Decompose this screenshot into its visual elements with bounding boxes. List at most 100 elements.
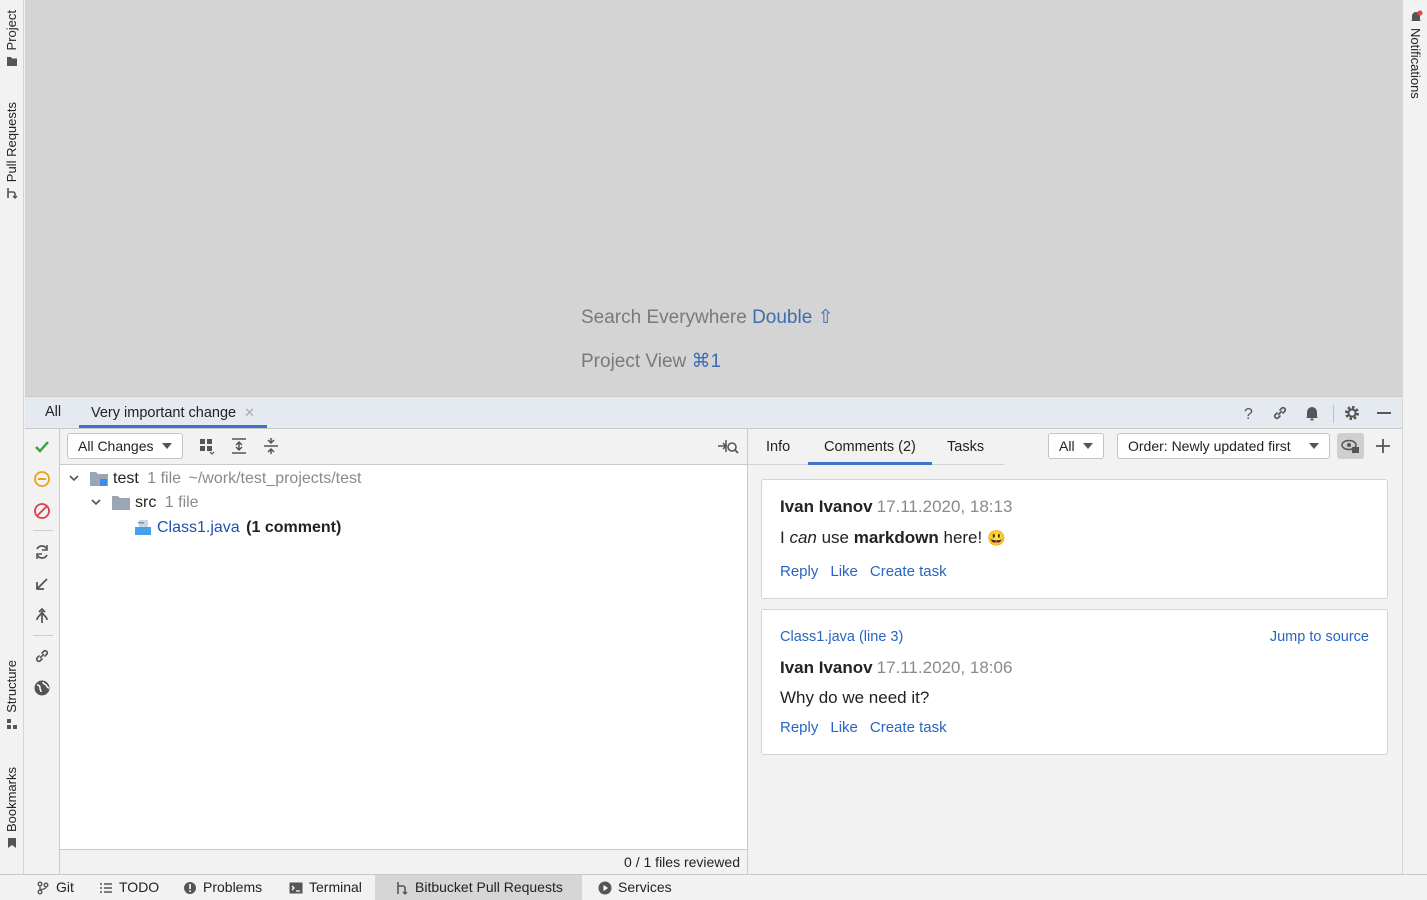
pull-request-icon bbox=[6, 188, 17, 200]
notification-bell-icon[interactable] bbox=[1303, 404, 1321, 422]
gear-icon[interactable] bbox=[1343, 404, 1361, 422]
decline-icon[interactable] bbox=[33, 502, 51, 520]
close-tab-icon[interactable]: ✕ bbox=[244, 405, 255, 420]
tab-pr-label: Very important change bbox=[91, 405, 237, 421]
create-task-link[interactable]: Create task bbox=[870, 563, 947, 580]
add-comment-icon[interactable] bbox=[1375, 438, 1391, 454]
tab-comments[interactable]: Comments (2) bbox=[808, 429, 932, 465]
smiley-emoji: 😃 bbox=[986, 530, 1006, 547]
needs-work-icon[interactable] bbox=[33, 470, 51, 488]
notifications-tool-tab[interactable]: Notifications bbox=[1408, 10, 1423, 99]
pull-request-icon bbox=[397, 881, 408, 895]
services-tool-button[interactable]: Services bbox=[588, 875, 682, 900]
bookmark-icon bbox=[7, 838, 16, 849]
problems-label: Problems bbox=[203, 879, 263, 895]
git-tool-button[interactable]: Git bbox=[26, 875, 84, 900]
tool-window-bar: Git TODO Problems Terminal Bitbucket Pul… bbox=[0, 874, 1427, 900]
search-hint-label: Search Everywhere bbox=[581, 307, 747, 328]
pr-details-panel: Info Comments (2) Tasks All Order: Newly… bbox=[748, 429, 1402, 874]
comment-bold-text: markdown bbox=[853, 528, 939, 547]
tab-all[interactable]: All bbox=[33, 397, 73, 428]
project-view-hint-shortcut: ⌘1 bbox=[691, 351, 722, 372]
comment-timestamp: 17.11.2020, 18:13 bbox=[876, 497, 1013, 516]
like-link[interactable]: Like bbox=[830, 719, 858, 736]
bitbucket-pull-requests-tool-button[interactable]: Bitbucket Pull Requests bbox=[375, 875, 582, 900]
terminal-label: Terminal bbox=[309, 879, 362, 895]
search-hint-shortcut: Double ⇧ bbox=[752, 307, 834, 328]
tool-window-header: All Very important change ✕ ? bbox=[25, 396, 1402, 429]
eye-comments-icon bbox=[1341, 439, 1359, 453]
pull-requests-tool-tab[interactable]: Pull Requests bbox=[4, 102, 19, 200]
merge-icon[interactable] bbox=[33, 607, 51, 625]
terminal-tool-button[interactable]: Terminal bbox=[279, 875, 372, 900]
chevron-down-icon[interactable] bbox=[68, 472, 80, 484]
project-view-hint-label: Project View bbox=[581, 351, 687, 372]
pull-requests-tab-label: Pull Requests bbox=[4, 102, 19, 183]
comment-body: Why do we need it? bbox=[780, 688, 930, 707]
open-in-browser-icon[interactable] bbox=[33, 679, 51, 697]
problems-tool-button[interactable]: Problems bbox=[173, 875, 272, 900]
reply-link[interactable]: Reply bbox=[780, 563, 818, 580]
toggle-resolved-button[interactable] bbox=[1337, 433, 1364, 459]
refresh-icon[interactable] bbox=[33, 543, 51, 561]
inline-comment-card: Class1.java (line 3) Jump to source Ivan… bbox=[761, 609, 1388, 755]
bookmarks-tab-label: Bookmarks bbox=[4, 767, 19, 833]
git-label: Git bbox=[56, 879, 74, 895]
pr-actions-column bbox=[25, 429, 60, 874]
git-branch-icon bbox=[37, 881, 49, 894]
file-name: Class1.java bbox=[157, 519, 240, 536]
changes-filter-dropdown[interactable]: All Changes bbox=[67, 433, 183, 459]
approve-check-icon[interactable] bbox=[33, 438, 51, 456]
comment-card: Ivan Ivanov 17.11.2020, 18:13 I can use m… bbox=[761, 479, 1388, 599]
comment-body: I can use markdown here! 😃 bbox=[780, 528, 1006, 548]
bookmarks-tool-tab[interactable]: Bookmarks bbox=[4, 767, 19, 849]
tree-node-root[interactable]: test 1 file ~/work/test_projects/test bbox=[68, 467, 738, 491]
files-reviewed-status: 0 / 1 files reviewed bbox=[60, 849, 747, 874]
tree-node-file[interactable]: Class1.java (1 comment) bbox=[134, 516, 734, 540]
bitbucket-label: Bitbucket Pull Requests bbox=[415, 879, 563, 895]
folder-icon bbox=[6, 57, 17, 67]
tab-very-important-change[interactable]: Very important change ✕ bbox=[79, 397, 267, 428]
comment-actions: Reply Like Create task bbox=[780, 563, 959, 580]
minimize-icon[interactable] bbox=[1375, 404, 1393, 422]
comment-order-dropdown[interactable]: Order: Newly updated first bbox=[1117, 433, 1330, 459]
tab-all-label: All bbox=[45, 404, 62, 420]
group-by-icon[interactable] bbox=[198, 437, 216, 455]
comment-author: Ivan Ivanov bbox=[780, 497, 873, 516]
comment-author: Ivan Ivanov bbox=[780, 658, 873, 677]
help-icon[interactable]: ? bbox=[1240, 404, 1258, 422]
collapse-all-icon[interactable] bbox=[262, 437, 280, 455]
like-link[interactable]: Like bbox=[830, 563, 858, 580]
comment-text: here! bbox=[938, 528, 987, 547]
structure-icon bbox=[6, 718, 17, 729]
todo-label: TODO bbox=[119, 879, 160, 895]
terminal-icon bbox=[289, 882, 303, 893]
comment-actions: Reply Like Create task bbox=[780, 719, 959, 736]
project-tool-tab[interactable]: Project bbox=[4, 10, 19, 67]
root-name: test bbox=[113, 470, 139, 487]
svg-text:?: ? bbox=[1244, 406, 1253, 422]
structure-tool-tab[interactable]: Structure bbox=[4, 660, 19, 730]
tab-info[interactable]: Info bbox=[750, 429, 806, 465]
expand-all-icon[interactable] bbox=[230, 437, 248, 455]
project-view-hint: Project View ⌘1 bbox=[581, 350, 721, 373]
update-branch-icon[interactable] bbox=[33, 575, 51, 593]
services-icon bbox=[598, 881, 612, 894]
comment-filter-dropdown[interactable]: All bbox=[1048, 433, 1104, 459]
reply-link[interactable]: Reply bbox=[780, 719, 818, 736]
copy-link-icon[interactable] bbox=[33, 647, 51, 665]
right-tool-stripe: Notifications bbox=[1402, 0, 1427, 874]
locate-in-tree-icon[interactable] bbox=[717, 437, 739, 455]
jump-to-source-link[interactable]: Jump to source bbox=[1270, 629, 1369, 645]
create-task-link[interactable]: Create task bbox=[870, 719, 947, 736]
comment-header: Ivan Ivanov 17.11.2020, 18:13 bbox=[780, 497, 1012, 517]
link-icon[interactable] bbox=[1271, 404, 1289, 422]
changes-tree: test 1 file ~/work/test_projects/test sr… bbox=[60, 465, 747, 849]
tree-node-src[interactable]: src 1 file bbox=[90, 491, 730, 515]
chevron-down-icon[interactable] bbox=[90, 496, 102, 508]
comment-file-link[interactable]: Class1.java (line 3) bbox=[780, 629, 903, 645]
tab-tasks[interactable]: Tasks bbox=[931, 429, 1000, 465]
comment-header: Ivan Ivanov 17.11.2020, 18:06 bbox=[780, 658, 1012, 678]
todo-tool-button[interactable]: TODO bbox=[89, 875, 169, 900]
problems-icon bbox=[184, 881, 196, 894]
